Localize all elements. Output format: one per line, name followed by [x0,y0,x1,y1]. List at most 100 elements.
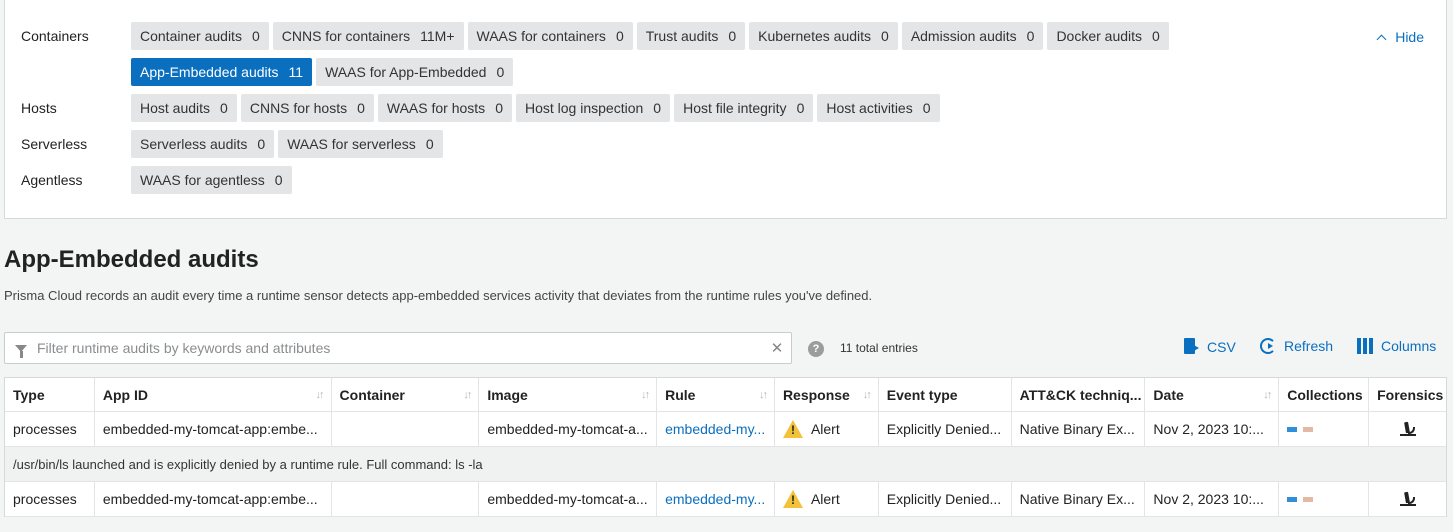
close-icon[interactable]: ✕ [763,339,791,357]
help-icon[interactable]: ? [808,341,824,357]
page-title: App-Embedded audits [4,246,259,273]
cell-rule[interactable]: embedded-my... [657,482,775,516]
filter-icon [15,344,27,358]
audit-type-chip[interactable]: WAAS for hosts 0 [377,94,512,122]
audit-type-chip[interactable]: Host log inspection 0 [515,94,671,122]
export-icon [1184,338,1199,355]
chip-row: App-Embedded audits 11 WAAS for App-Embedd… [131,58,514,86]
rule-value[interactable]: embedded-my... [665,421,765,437]
date-value: Nov 2, 2023 10:... [1153,491,1264,507]
column-header-label: ATT&CK techniq... [1019,386,1142,403]
column-header-label: Collections [1287,386,1363,403]
chip-label: Host activities [826,100,913,116]
column-header[interactable]: Forensics [1369,378,1446,411]
chip-label: WAAS for containers [476,28,606,44]
audit-type-chip[interactable]: Docker audits 0 [1047,22,1169,50]
audit-type-chip[interactable]: Serverless audits 0 [131,130,275,158]
csv-button[interactable]: CSV [1184,338,1236,355]
chip-label: Docker audits [1056,28,1143,44]
microscope-icon [1399,491,1416,506]
audit-type-chip[interactable]: Host file integrity 0 [674,94,814,122]
column-header[interactable]: App ID ↓↑ [95,378,332,411]
column-header-label: Container [339,386,405,403]
cell-container [332,482,480,516]
audit-type-chip[interactable]: Admission audits 0 [901,22,1044,50]
rule-value[interactable]: embedded-my... [665,491,765,507]
audit-type-chip[interactable]: Trust audits 0 [636,22,746,50]
chip-label: Trust audits [645,28,719,44]
category-label: Serverless [21,136,88,152]
chip-count: 0 [274,172,283,188]
search-input[interactable] [37,340,763,356]
csv-label: CSV [1207,338,1236,355]
table-row[interactable]: processes embedded-my-tomcat-app:embe... e… [5,412,1446,447]
chip-label: Host file integrity [683,100,787,116]
table-row[interactable]: processes embedded-my-tomcat-app:embe... e… [5,482,1446,517]
sort-icon: ↓↑ [1263,388,1272,401]
audit-type-chip[interactable]: WAAS for App-Embedded 0 [316,58,514,86]
event-type-value: Explicitly Denied... [886,491,1002,507]
sort-icon: ↓↑ [862,388,872,401]
column-header[interactable]: Image ↓↑ [479,378,658,411]
search-box: ✕ [4,332,792,364]
chip-count: 0 [881,28,889,44]
chip-count: 0 [728,28,737,44]
column-header[interactable]: Rule ↓↑ [657,378,775,411]
audit-type-chip[interactable]: CNNS for containers 11M+ [272,22,464,50]
chip-label: WAAS for hosts [386,100,486,116]
chip-count: 0 [495,100,503,116]
chevron-up-icon [1376,34,1387,44]
chip-label: CNNS for hosts [249,100,348,116]
attack-value: Native Binary Ex... [1019,491,1135,507]
sort-icon: ↓↑ [758,388,768,401]
chip-row: Host audits 0 CNNS for hosts 0 WAAS for host… [131,94,940,122]
cell-app-id: embedded-my-tomcat-app:embe... [95,412,332,446]
collection-swatch [1287,496,1298,502]
column-header[interactable]: Collections [1279,378,1370,411]
chip-label: Admission audits [910,28,1017,44]
image-value: embedded-my-tomcat-a... [487,421,648,437]
cell-attack: Native Binary Ex... [1012,482,1146,516]
column-header-label: App ID [102,386,148,403]
cell-attack: Native Binary Ex... [1012,412,1146,446]
audit-type-chip[interactable]: WAAS for agentless 0 [131,166,292,194]
column-header[interactable]: Event type [879,378,1012,411]
column-header[interactable]: Date ↓↑ [1145,378,1280,411]
collection-swatch [1303,426,1314,432]
audit-type-chip[interactable]: Host activities 0 [817,94,940,122]
cell-image: embedded-my-tomcat-a... [479,412,658,446]
column-header[interactable]: ATT&CK techniq... [1012,378,1146,411]
type-value: processes [13,421,77,437]
audit-type-chip[interactable]: CNNS for hosts 0 [240,94,374,122]
column-header[interactable]: Container ↓↑ [332,378,480,411]
column-header-label: Response [782,386,850,403]
refresh-icon [1260,338,1276,354]
column-header[interactable]: Type [5,378,95,411]
forensics-button[interactable] [1377,491,1438,506]
column-header-label: Event type [886,386,958,403]
cell-rule[interactable]: embedded-my... [657,412,775,446]
cell-type: processes [5,482,95,516]
columns-icon [1357,338,1373,354]
chip-label: App-Embedded audits [140,64,279,80]
refresh-button[interactable]: Refresh [1260,338,1333,354]
audit-type-chip[interactable]: WAAS for serverless 0 [278,130,443,158]
column-header[interactable]: Response ↓↑ [775,378,879,411]
hide-filters-button[interactable]: Hide [1376,29,1424,45]
audit-type-chip[interactable]: WAAS for containers 0 [467,22,633,50]
cell-response: Alert [775,412,879,446]
audit-type-chip[interactable]: Kubernetes audits 0 [749,22,898,50]
audit-type-chip[interactable]: App-Embedded audits 11 [131,58,313,86]
columns-button[interactable]: Columns [1357,338,1436,354]
audit-type-chip[interactable]: Container audits 0 [131,22,269,50]
category-label: Hosts [21,100,57,116]
cell-type: processes [5,412,95,446]
forensics-button[interactable] [1377,421,1438,436]
audit-type-chip[interactable]: Host audits 0 [131,94,237,122]
cell-collections [1279,412,1370,446]
chip-label: Container audits [140,28,242,44]
chip-label: Serverless audits [140,136,248,152]
cell-event-type: Explicitly Denied... [879,482,1012,516]
event-type-value: Explicitly Denied... [886,421,1002,437]
chip-count: 0 [257,136,266,152]
